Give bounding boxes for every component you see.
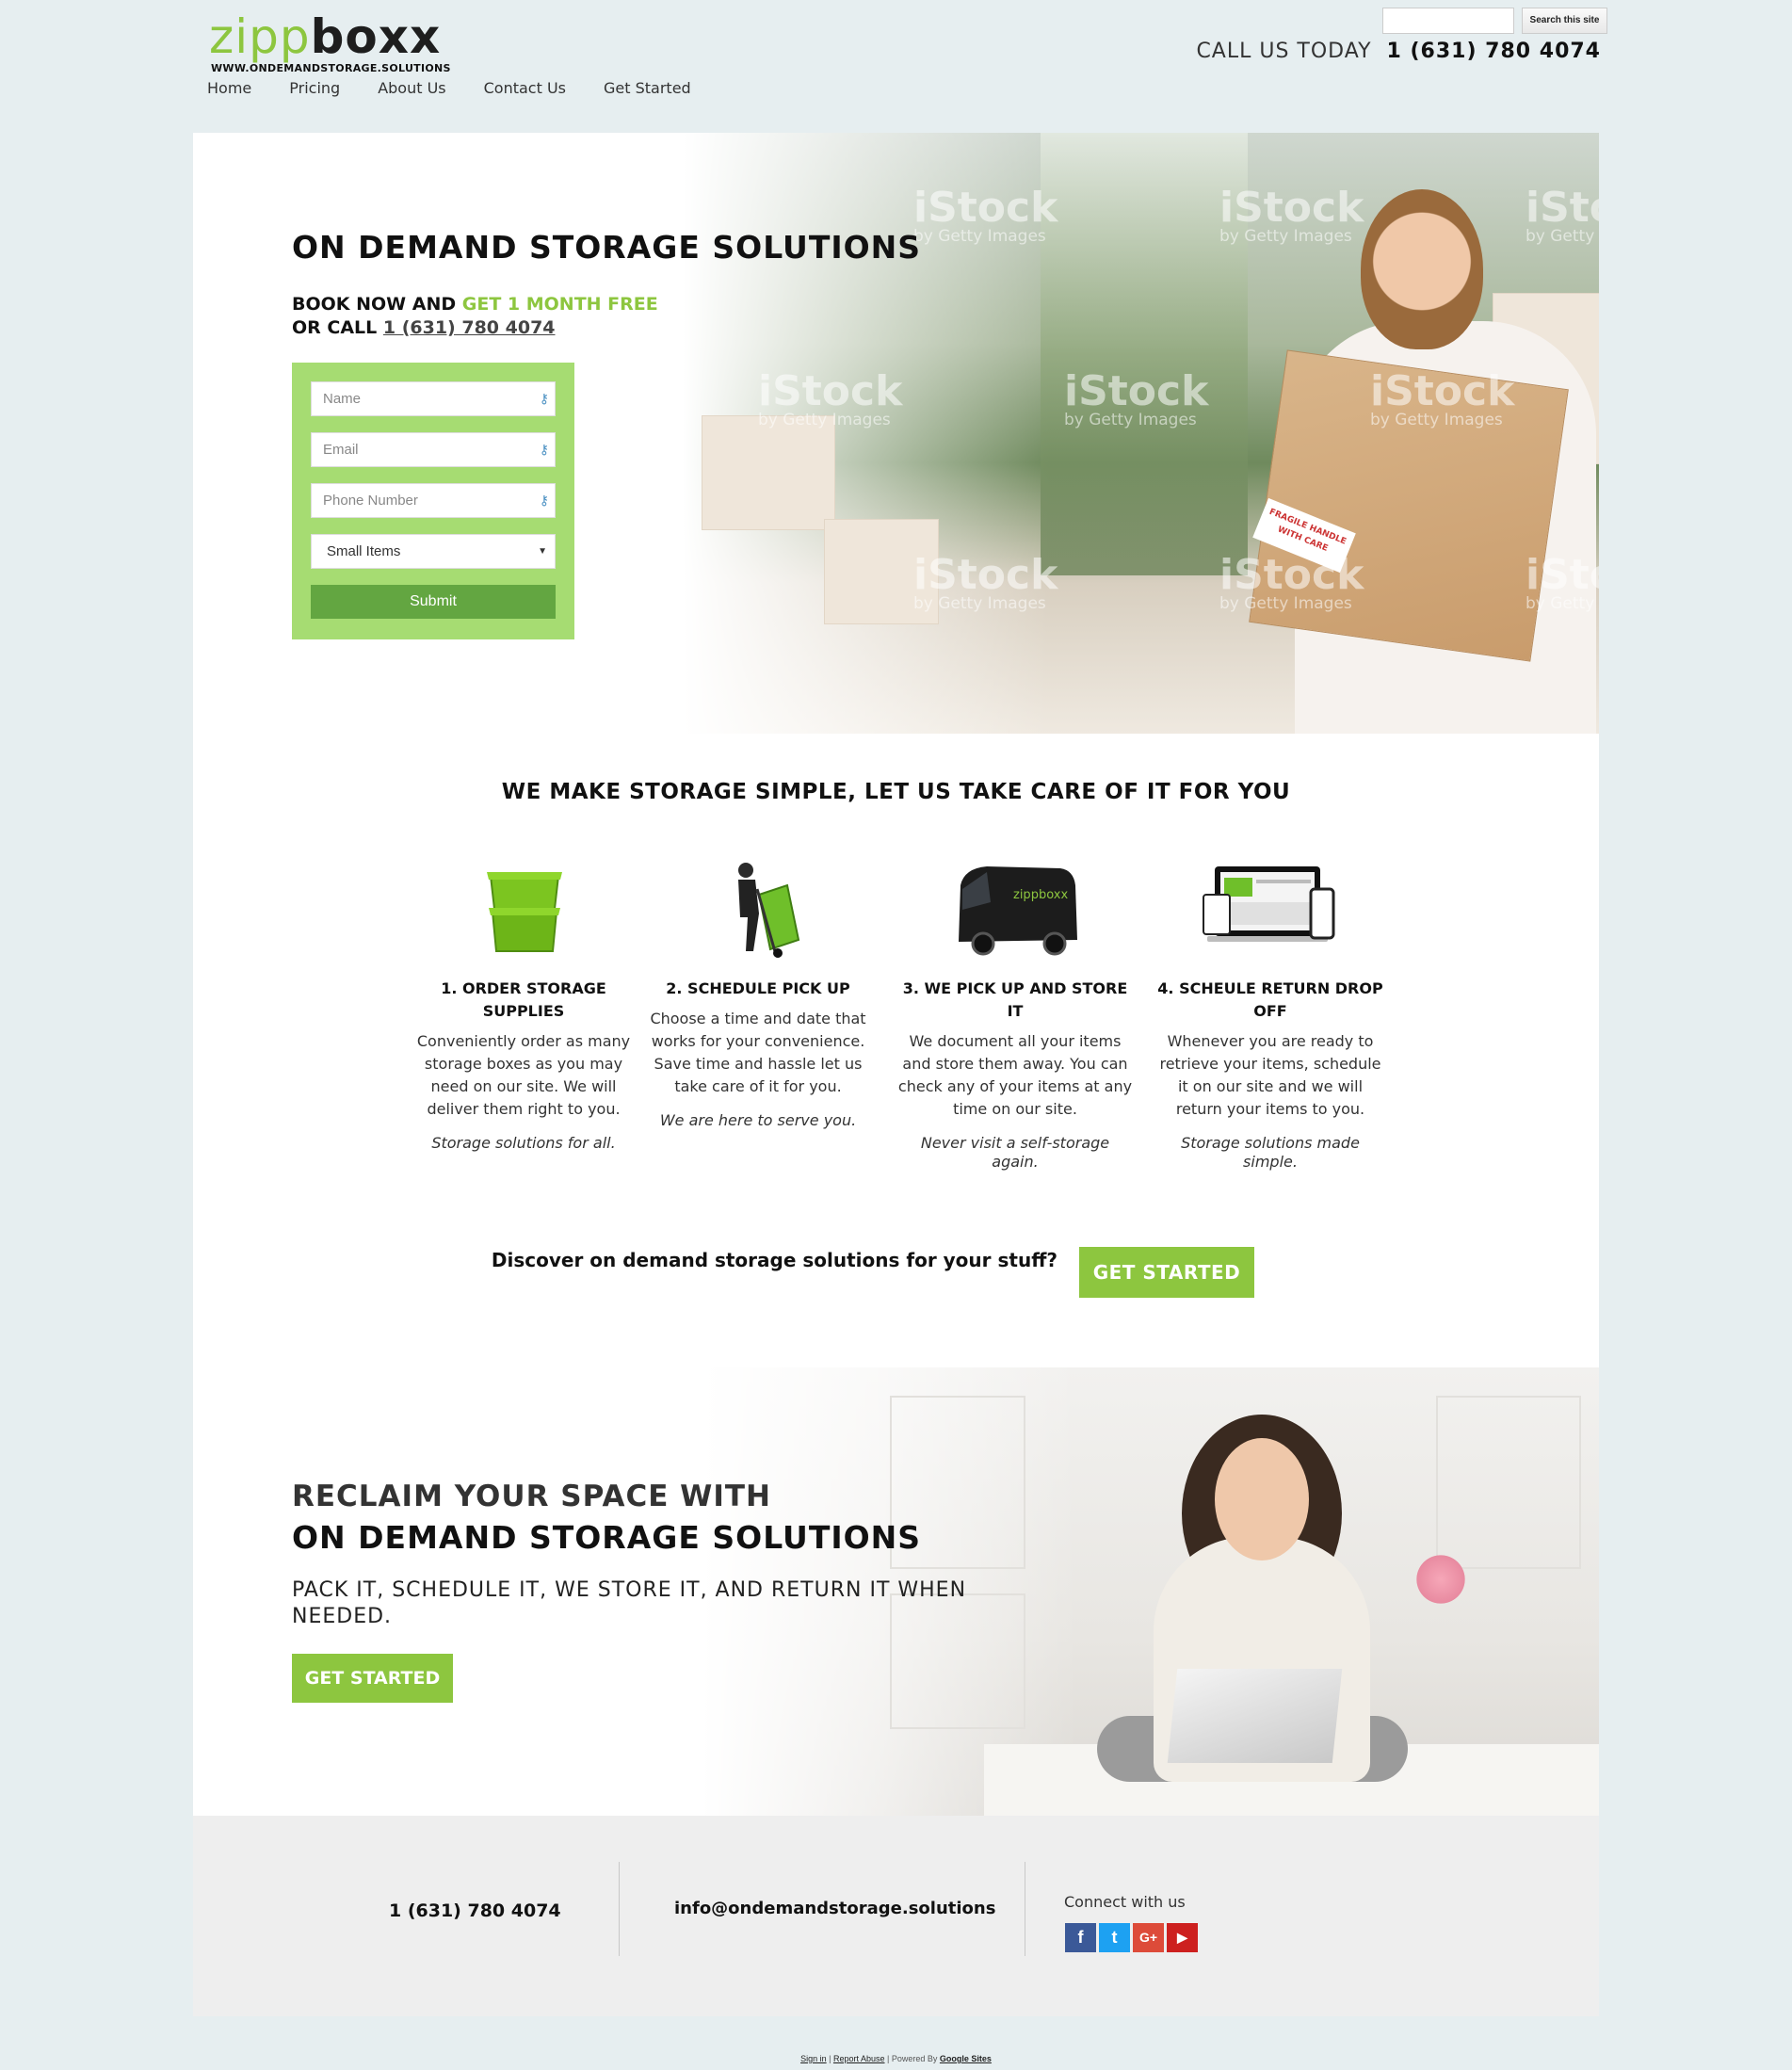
laptop — [1167, 1669, 1343, 1763]
step-description: Whenever you are ready to retrieve your … — [1159, 1032, 1381, 1118]
hero-photo: FRAGILE HANDLE WITH CARE iStock by Getty … — [683, 133, 1599, 734]
item-size-select[interactable]: Small Items ▼ — [311, 534, 556, 569]
nav-home[interactable]: Home — [207, 79, 251, 97]
chevron-down-icon: ▼ — [538, 546, 547, 557]
nav-about-us[interactable]: About Us — [378, 79, 445, 97]
watermark: iStockby Getty Images — [1526, 551, 1599, 614]
background-box — [702, 415, 835, 530]
submit-button[interactable]: Submit — [311, 585, 556, 619]
search-input[interactable] — [1382, 8, 1514, 34]
devices-screen-icon — [1200, 857, 1341, 961]
steps-title: WE MAKE STORAGE SIMPLE, LET US TAKE CARE… — [501, 780, 1291, 804]
watermark: iStockby Getty Images — [1370, 367, 1515, 430]
watermark: iStockby Getty Images — [1219, 184, 1364, 247]
storage-bins-icon — [472, 857, 575, 961]
watermark: iStockby Getty Images — [913, 184, 1058, 247]
step-heading: 2. SCHEDULE PICK UP — [666, 979, 850, 997]
nav-contact-us[interactable]: Contact Us — [484, 79, 566, 97]
hero-offer: BOOK NOW AND GET 1 MONTH FREE — [292, 294, 658, 315]
step-heading: 4. SCHEULE RETURN DROP OFF — [1157, 979, 1383, 1020]
logo-wordmark: zippboxx — [209, 9, 442, 64]
watermark: iStockby Getty Images — [1064, 367, 1209, 430]
powered-by-label: Powered By — [891, 2054, 938, 2063]
wall-panel — [1436, 1396, 1581, 1569]
tulips — [1413, 1551, 1469, 1608]
site-logo[interactable]: zippboxx WWW.ONDEMANDSTORAGE.SOLUTIONS — [209, 9, 482, 74]
youtube-icon[interactable]: ▶ — [1167, 1923, 1198, 1952]
google-sites-link[interactable]: Google Sites — [940, 2054, 992, 2063]
watermark: iStockby Getty Images — [1219, 551, 1364, 614]
watermark: iStockby Getty Images — [758, 367, 903, 430]
footer-email[interactable]: info@ondemandstorage.solutions — [674, 1899, 995, 1918]
sign-in-link[interactable]: Sign in — [800, 2054, 827, 2063]
step-card: 1. ORDER STORAGE SUPPLIES Conveniently o… — [406, 857, 641, 1153]
call-number: 1 (631) 780 4074 — [1386, 40, 1601, 63]
woman-face — [1215, 1438, 1309, 1561]
signup-form: Name ⚷ Email ⚷ Phone Number ⚷ Small Item… — [292, 363, 574, 639]
autofill-key-icon: ⚷ — [539, 442, 549, 457]
main-nav: Home Pricing About Us Contact Us Get Sta… — [207, 79, 729, 97]
facebook-icon[interactable]: f — [1065, 1923, 1096, 1952]
get-started-button-2[interactable]: GET STARTED — [292, 1654, 453, 1703]
step-description: We document all your items and store the… — [897, 1032, 1133, 1118]
step-card: 2. SCHEDULE PICK UP Choose a time and da… — [640, 857, 876, 1130]
step-card: 4. SCHEULE RETURN DROP OFF Whenever you … — [1153, 857, 1388, 1172]
hero-phone-link[interactable]: 1 (631) 780 4074 — [383, 317, 556, 338]
hero-title: ON DEMAND STORAGE SOLUTIONS — [292, 229, 922, 266]
hero-window — [1041, 133, 1248, 575]
autofill-key-icon: ⚷ — [539, 391, 549, 406]
watermark: iStockby Getty Images — [913, 551, 1058, 614]
mover-with-dolly-icon — [706, 857, 810, 961]
step-tagline: Never visit a self-storage again. — [920, 1134, 1110, 1171]
step-description: Conveniently order as many storage boxes… — [416, 1032, 631, 1118]
site-utility-links: Sign in | Report Abuse | Powered By Goog… — [800, 2054, 992, 2063]
step-tagline: We are here to serve you. — [659, 1111, 857, 1129]
step-card: zippboxx 3. WE PICK UP AND STORE IT We d… — [897, 857, 1133, 1172]
step-tagline: Storage solutions for all. — [431, 1134, 616, 1152]
step-description: Choose a time and date that works for yo… — [650, 1010, 866, 1095]
report-abuse-link[interactable]: Report Abuse — [833, 2054, 885, 2063]
woman-head — [1361, 189, 1483, 349]
phone-field[interactable]: Phone Number ⚷ — [311, 483, 556, 518]
logo-url: WWW.ONDEMANDSTORAGE.SOLUTIONS — [211, 62, 451, 74]
nav-get-started[interactable]: Get Started — [604, 79, 691, 97]
watermark: iStockby Getty Images — [1526, 184, 1599, 247]
nav-pricing[interactable]: Pricing — [289, 79, 340, 97]
svg-text:zippboxx: zippboxx — [1013, 888, 1068, 902]
call-label: CALL US TODAY — [1196, 40, 1372, 63]
get-started-button[interactable]: GET STARTED — [1079, 1247, 1254, 1298]
cta-prompt: Discover on demand storage solutions for… — [491, 1249, 1057, 1271]
hero-call: OR CALL 1 (631) 780 4074 — [292, 317, 556, 338]
footer-divider — [619, 1862, 620, 1956]
reclaim-title-main: ON DEMAND STORAGE SOLUTIONS — [292, 1519, 922, 1556]
autofill-key-icon: ⚷ — [539, 493, 549, 508]
step-tagline: Storage solutions made simple. — [1181, 1134, 1360, 1171]
offer-highlight: GET 1 MONTH FREE — [461, 294, 658, 315]
connect-label: Connect with us — [1064, 1893, 1186, 1911]
email-field[interactable]: Email ⚷ — [311, 432, 556, 467]
footer-phone[interactable]: 1 (631) 780 4074 — [389, 1900, 561, 1921]
name-field[interactable]: Name ⚷ — [311, 381, 556, 416]
google-plus-icon[interactable]: G+ — [1133, 1923, 1164, 1952]
call-us-banner: CALL US TODAY 1 (631) 780 4074 — [1036, 40, 1601, 63]
step-heading: 1. ORDER STORAGE SUPPLIES — [441, 979, 606, 1020]
search-button[interactable]: Search this site — [1522, 8, 1607, 34]
twitter-icon[interactable]: t — [1099, 1923, 1130, 1952]
reclaim-title: RECLAIM YOUR SPACE WITH — [292, 1480, 771, 1513]
delivery-van-icon: zippboxx — [949, 857, 1081, 961]
reclaim-subtitle: PACK IT, SCHEDULE IT, WE STORE IT, AND R… — [292, 1578, 967, 1628]
step-heading: 3. WE PICK UP AND STORE IT — [902, 979, 1128, 1020]
